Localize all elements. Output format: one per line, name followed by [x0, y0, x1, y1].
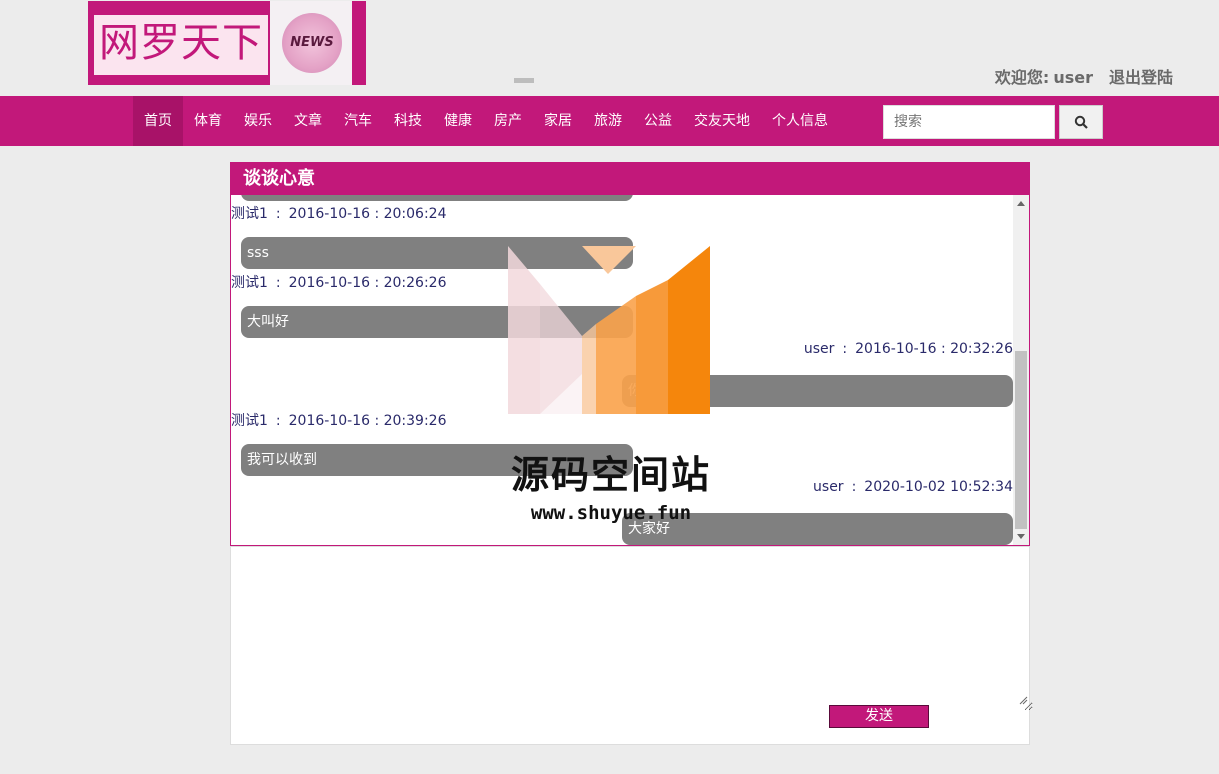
message-bubble: 你	[622, 375, 1013, 407]
message-bubble: 大家好	[622, 513, 1013, 545]
nav-list: 首页 体育 娱乐 文章 汽车 科技 健康 房产 家居 旅游 公益 交友天地 个人…	[133, 96, 839, 146]
message-bubble: 大叫好	[241, 306, 633, 338]
message-bubble-partial	[241, 195, 633, 201]
site-logo[interactable]: 网罗天下 NEWS	[88, 1, 534, 85]
nav-item-home[interactable]: 首页	[133, 96, 183, 146]
logout-link[interactable]: 退出登陆	[1109, 68, 1173, 87]
scroll-thumb[interactable]	[1015, 351, 1027, 529]
scroll-down-icon[interactable]	[1017, 534, 1025, 539]
chat-panel: 谈谈心意 测试1:2016-10-16 : 20:06:24 sss 测试1:2…	[230, 162, 1030, 546]
nav-item-profile[interactable]: 个人信息	[761, 96, 839, 146]
nav-item-home-living[interactable]: 家居	[533, 96, 583, 146]
message-user: 测试1	[231, 206, 268, 222]
nav-item-tech[interactable]: 科技	[383, 96, 433, 146]
search-button[interactable]	[1059, 105, 1103, 139]
chat-panel-title: 谈谈心意	[231, 163, 1029, 195]
message-meta: user:2016-10-16 : 20:32:26	[803, 341, 1013, 357]
nav-item-charity[interactable]: 公益	[633, 96, 683, 146]
message-textarea[interactable]	[231, 547, 1033, 711]
message-time: 2016-10-16 : 20:39:26	[288, 413, 447, 429]
welcome-bar: 欢迎您: user 退出登陆	[991, 64, 1173, 88]
logo-stripe	[514, 78, 534, 83]
nav-item-social[interactable]: 交友天地	[683, 96, 761, 146]
message-meta: 测试1:2016-10-16 : 20:39:26	[231, 413, 447, 429]
message-meta: 测试1:2016-10-16 : 20:26:26	[231, 275, 447, 291]
message-time: 2020-10-02 10:52:34	[864, 479, 1013, 495]
message-time: 2016-10-16 : 20:26:26	[288, 275, 447, 291]
nav-item-articles[interactable]: 文章	[283, 96, 333, 146]
message-user: 测试1	[231, 413, 268, 429]
resize-grip-icon[interactable]	[1018, 695, 1028, 705]
message-time: 2016-10-16 : 20:32:26	[855, 341, 1013, 357]
welcome-label: 欢迎您:	[994, 68, 1050, 87]
username: user	[1053, 68, 1093, 87]
nav-item-entertainment[interactable]: 娱乐	[233, 96, 283, 146]
message-bubble: 我可以收到	[241, 444, 633, 476]
message-time: 2016-10-16 : 20:06:24	[288, 206, 447, 222]
chat-scrollbar[interactable]	[1013, 195, 1029, 545]
nav-item-sports[interactable]: 体育	[183, 96, 233, 146]
message-user: user	[803, 341, 835, 357]
nav-item-realestate[interactable]: 房产	[483, 96, 533, 146]
main-nav: 首页 体育 娱乐 文章 汽车 科技 健康 房产 家居 旅游 公益 交友天地 个人…	[0, 96, 1219, 146]
nav-item-cars[interactable]: 汽车	[333, 96, 383, 146]
message-user: user	[813, 479, 844, 495]
search-input[interactable]	[883, 105, 1055, 139]
logo-text: 网罗天下	[94, 15, 268, 75]
nav-item-health[interactable]: 健康	[433, 96, 483, 146]
send-button[interactable]: 发送	[829, 705, 929, 728]
search-icon	[1074, 115, 1088, 129]
logo-news-badge: NEWS	[270, 1, 534, 85]
message-bubble: sss	[241, 237, 633, 269]
chat-messages[interactable]: 测试1:2016-10-16 : 20:06:24 sss 测试1:2016-1…	[231, 195, 1013, 545]
message-meta: user:2020-10-02 10:52:34	[813, 479, 1013, 495]
scroll-up-icon[interactable]	[1017, 201, 1025, 206]
message-meta: 测试1:2016-10-16 : 20:06:24	[231, 206, 447, 222]
news-badge-text: NEWS	[282, 13, 342, 73]
nav-item-travel[interactable]: 旅游	[583, 96, 633, 146]
message-user: 测试1	[231, 275, 268, 291]
